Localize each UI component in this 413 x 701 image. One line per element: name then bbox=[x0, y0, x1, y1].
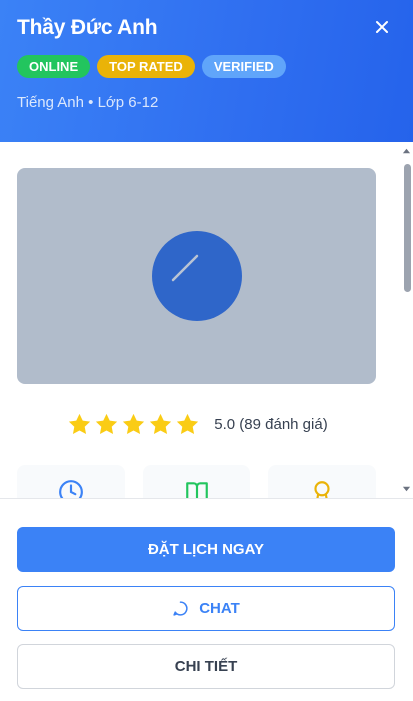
subject-grade: Tiếng Anh • Lớp 6-12 bbox=[17, 94, 159, 111]
action-footer: ĐẶT LỊCH NGAY CHAT CHI TIẾT bbox=[0, 498, 413, 701]
online-badge: ONLINE bbox=[17, 55, 91, 78]
star-icon bbox=[69, 413, 91, 434]
star-icon bbox=[123, 413, 145, 434]
award-icon bbox=[314, 481, 330, 498]
star-icon bbox=[150, 413, 172, 434]
play-icon bbox=[171, 254, 199, 282]
star-rating bbox=[67, 412, 200, 437]
clock-icon bbox=[58, 480, 83, 498]
content-scroll-area[interactable]: 5.0 (89 đánh giá) bbox=[0, 142, 413, 498]
scrollbar[interactable] bbox=[400, 142, 413, 498]
details-button[interactable]: CHI TIẾT bbox=[17, 644, 395, 689]
book-now-button[interactable]: ĐẶT LỊCH NGAY bbox=[17, 527, 395, 572]
badge-row: ONLINE TOP RATED VERIFIED bbox=[17, 55, 286, 78]
tutor-header: Thầy Đức Anh ONLINE TOP RATED VERIFIED T… bbox=[0, 0, 413, 142]
rating-text: 5.0 (89 đánh giá) bbox=[214, 416, 328, 433]
info-card-awards bbox=[268, 465, 377, 498]
chat-bubble-icon bbox=[173, 601, 188, 616]
close-button[interactable] bbox=[371, 16, 393, 38]
top-rated-badge: TOP RATED bbox=[97, 55, 195, 78]
close-icon bbox=[376, 21, 388, 33]
info-card-experience bbox=[17, 465, 125, 498]
star-icon bbox=[177, 413, 199, 434]
scroll-down-icon[interactable] bbox=[402, 485, 411, 494]
chat-button[interactable]: CHAT bbox=[17, 586, 395, 631]
rating-row: 5.0 (89 đánh giá) bbox=[0, 412, 395, 437]
intro-video[interactable] bbox=[17, 168, 376, 384]
book-icon bbox=[185, 482, 208, 498]
chat-button-label: CHAT bbox=[199, 600, 240, 617]
scroll-up-icon[interactable] bbox=[402, 146, 411, 155]
info-card-lessons bbox=[142, 465, 251, 498]
play-button[interactable] bbox=[152, 231, 242, 321]
info-cards bbox=[17, 465, 377, 498]
star-icon bbox=[96, 413, 118, 434]
tutor-name: Thầy Đức Anh bbox=[17, 16, 158, 39]
verified-badge: VERIFIED bbox=[201, 55, 286, 78]
scrollbar-thumb[interactable] bbox=[404, 164, 411, 292]
